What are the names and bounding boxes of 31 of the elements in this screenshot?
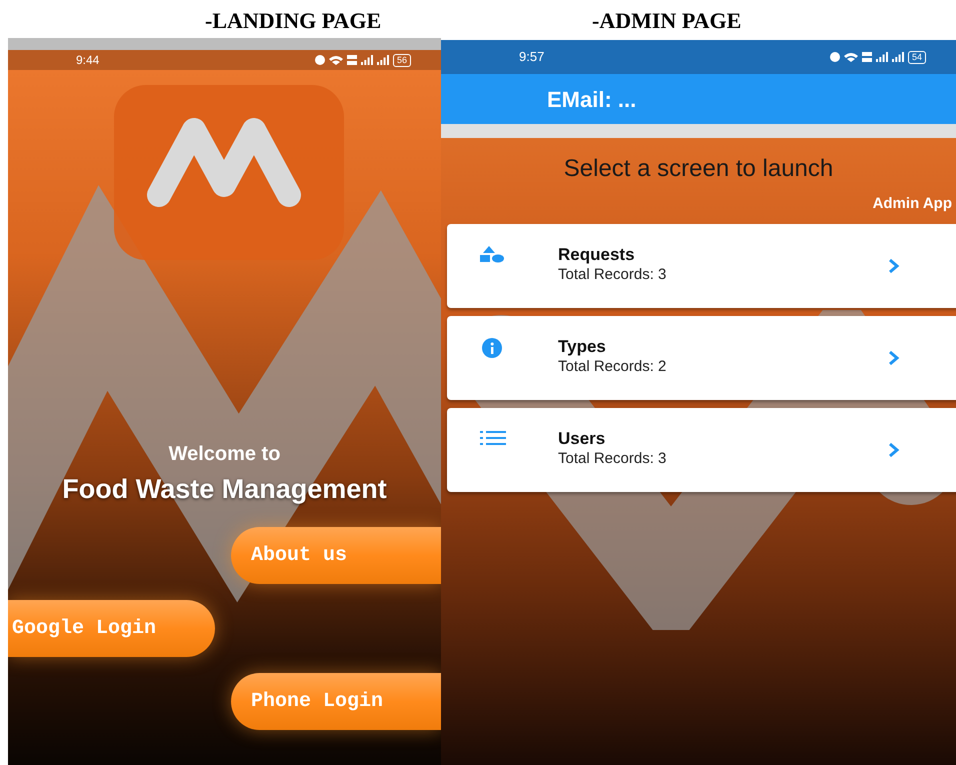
caption-text: -ADMIN PAGE bbox=[592, 7, 742, 35]
signal-icon bbox=[376, 55, 389, 65]
wifi-icon bbox=[328, 55, 343, 65]
heading-text: Select a screen to launch bbox=[562, 154, 834, 184]
signal-icon bbox=[892, 52, 904, 62]
card-subtitle: Total Records: 3 bbox=[558, 264, 668, 285]
wifi-icon bbox=[844, 52, 858, 62]
battery-icon: 56 bbox=[392, 54, 411, 66]
chevron-right-icon bbox=[888, 442, 900, 458]
caption-text: -LANDING PAGE bbox=[205, 7, 382, 35]
menu-card[interactable]: Types Total Records: 2 bbox=[447, 316, 956, 400]
app-bar: EMail: ... bbox=[441, 74, 956, 124]
signal-icon bbox=[876, 52, 888, 62]
card-subtitle: Total Records: 3 bbox=[558, 448, 668, 469]
card-title: Requests bbox=[558, 244, 636, 264]
logo-icon bbox=[114, 85, 344, 260]
subtitle-text: Admin App bbox=[872, 194, 952, 214]
menu-card[interactable]: Users Total Records: 3 bbox=[447, 408, 956, 492]
battery-icon: 54 bbox=[908, 50, 926, 64]
status-time: 9:44 bbox=[76, 52, 100, 69]
network-type-icon bbox=[346, 55, 357, 65]
card-title: Types bbox=[558, 336, 607, 356]
welcome-text: Welcome to bbox=[168, 442, 282, 466]
chevron-right-icon bbox=[888, 350, 900, 366]
signal-icon bbox=[360, 55, 373, 65]
menu-card[interactable]: Requests Total Records: 3 bbox=[447, 224, 956, 308]
chevron-right-icon bbox=[888, 258, 900, 274]
status-time: 9:57 bbox=[519, 48, 544, 66]
card-subtitle: Total Records: 2 bbox=[558, 356, 668, 377]
network-type-icon bbox=[862, 52, 872, 62]
card-title: Users bbox=[558, 428, 606, 448]
